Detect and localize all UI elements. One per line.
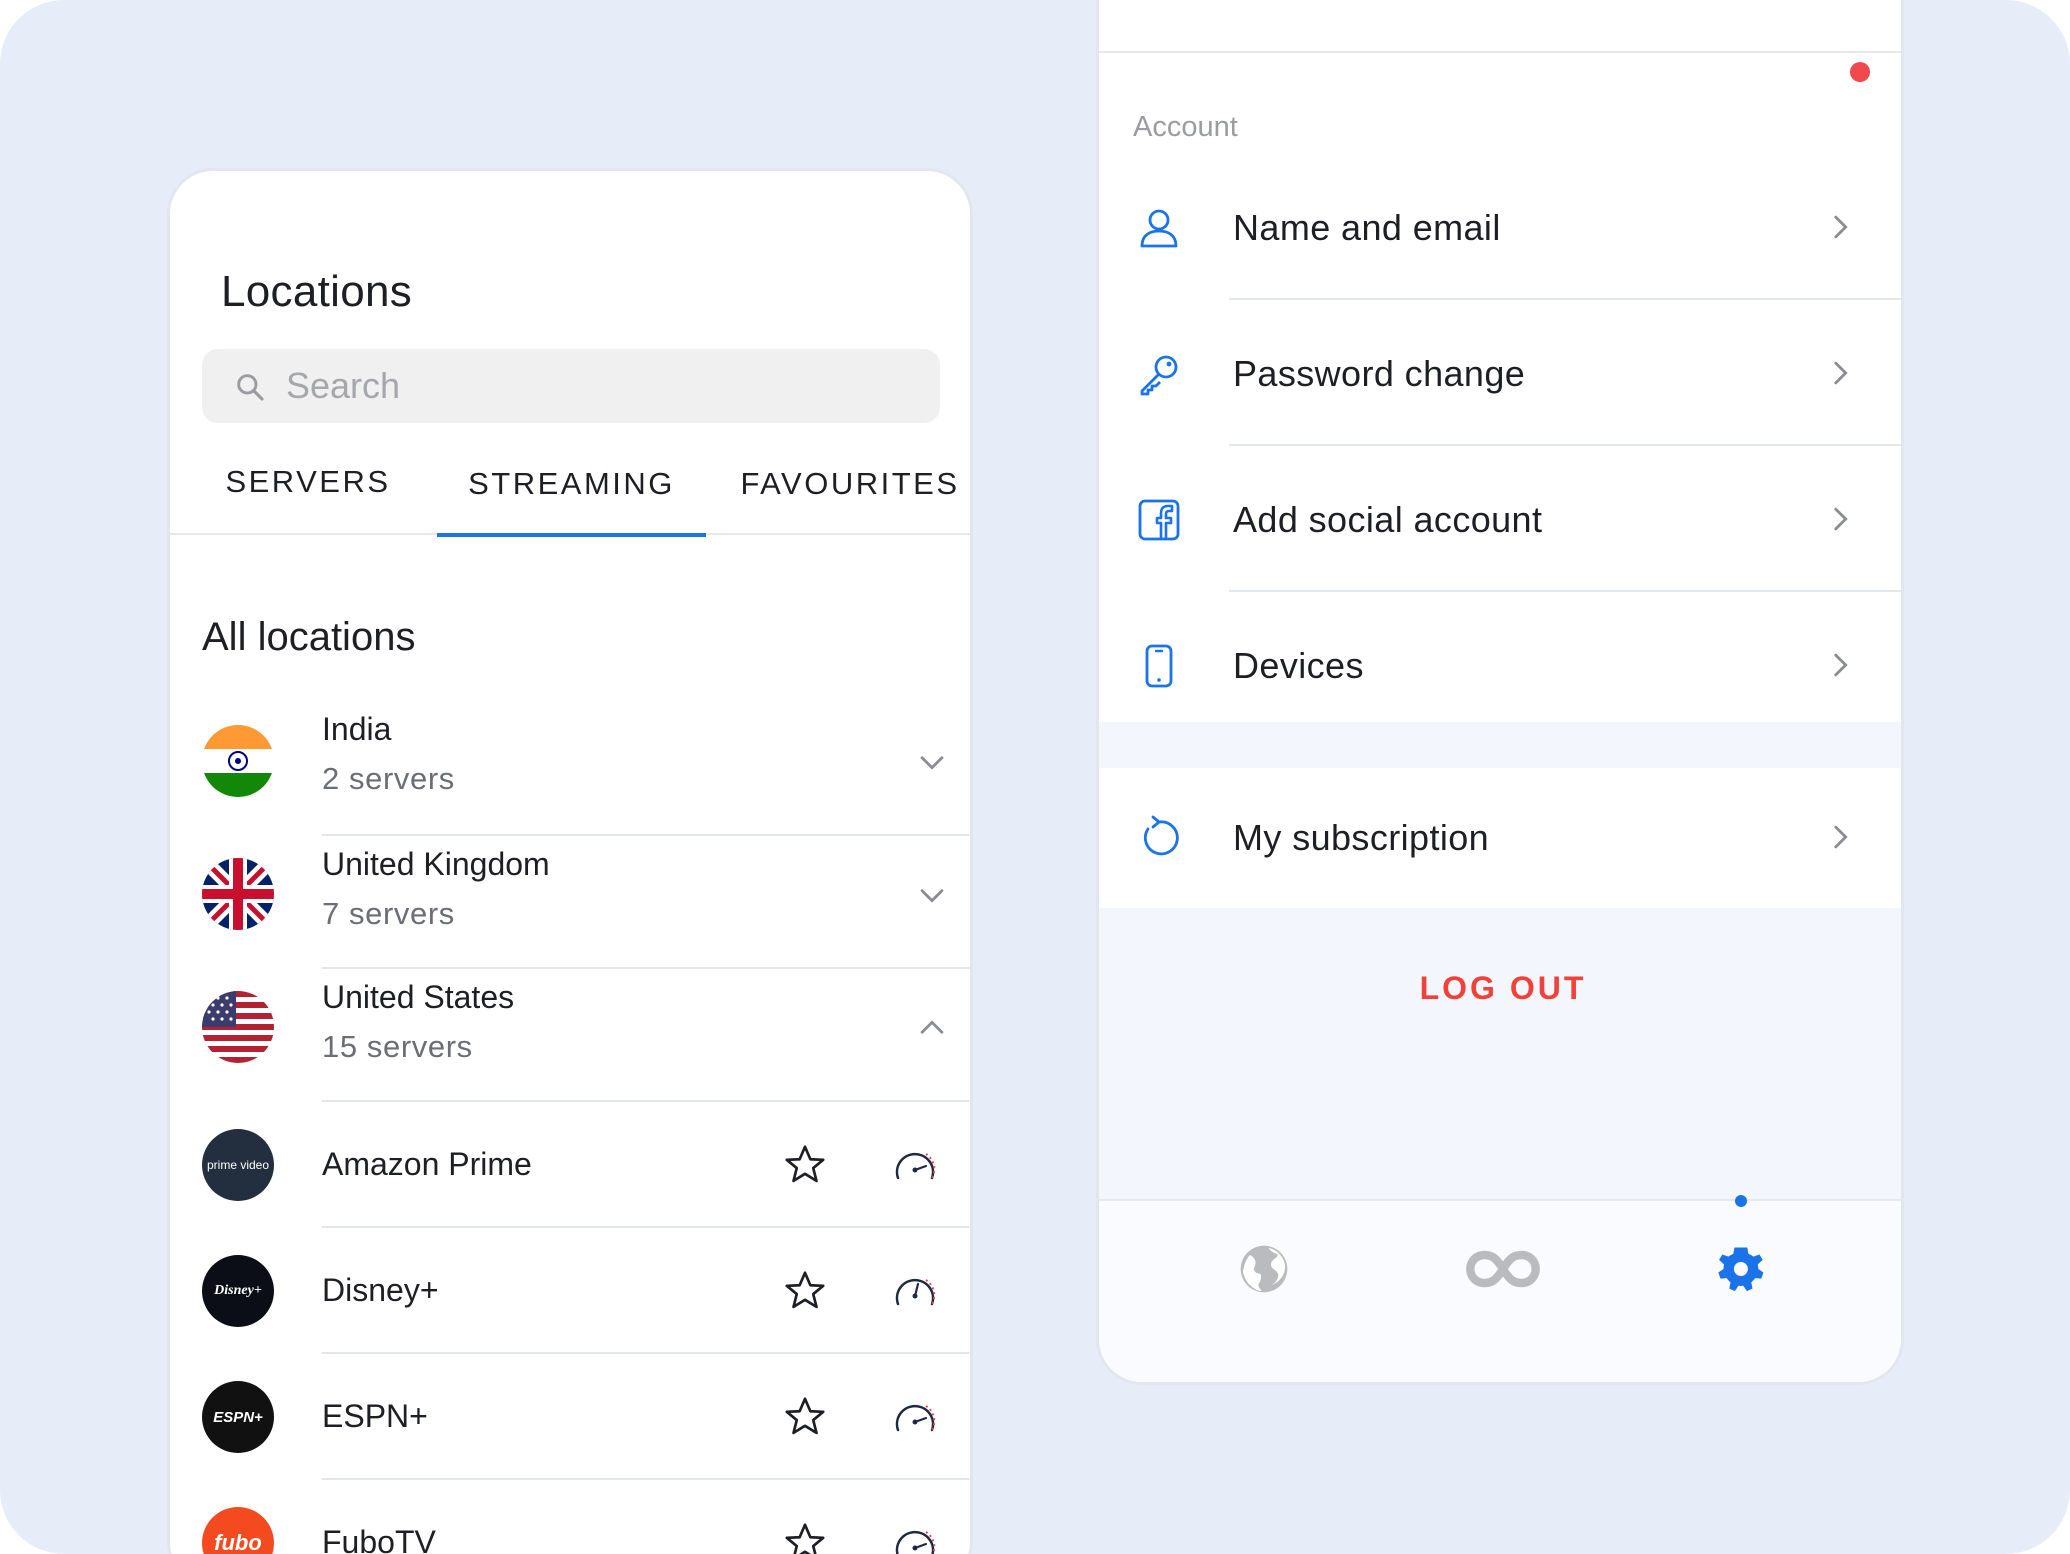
divider [1099, 51, 1901, 53]
item-label: My subscription [1233, 817, 1490, 858]
speed-gauge-icon[interactable] [890, 1140, 940, 1190]
chevron-down-icon[interactable] [915, 745, 949, 779]
tab-streaming[interactable]: STREAMING [437, 453, 706, 537]
item-label: Password change [1233, 353, 1526, 394]
star-icon[interactable] [782, 1394, 828, 1440]
service-name: Disney+ [322, 1272, 439, 1308]
service-row-disney-plus[interactable]: Disney+ Disney+ [170, 1228, 970, 1354]
account-screen: Account Name and email Password change A… [1096, 0, 1904, 1385]
chevron-up-icon[interactable] [915, 1011, 949, 1045]
country-row-us[interactable]: United States 15 servers [170, 969, 970, 1102]
globe-icon[interactable] [1236, 1241, 1292, 1297]
tab-favourites[interactable]: FAVOURITES [730, 453, 970, 535]
speed-gauge-icon[interactable] [890, 1518, 940, 1554]
country-name: United States [322, 979, 515, 1015]
name-and-email-item[interactable]: Name and email [1099, 154, 1901, 300]
infinity-icon[interactable] [1463, 1241, 1543, 1297]
key-icon [1140, 355, 1178, 396]
country-name: India [322, 711, 392, 747]
section-title: All locations [202, 615, 416, 659]
flag-us-icon [202, 991, 274, 1063]
flag-uk-icon [202, 858, 274, 930]
chevron-right-icon [1834, 653, 1848, 677]
password-change-item[interactable]: Password change [1099, 300, 1901, 446]
chevron-right-icon [1834, 825, 1848, 849]
chevron-right-icon [1834, 507, 1848, 531]
notification-dot [1850, 62, 1870, 82]
service-row-amazon-prime[interactable]: prime video Amazon Prime [170, 1102, 970, 1228]
country-name: United Kingdom [322, 846, 550, 882]
facebook-icon [1138, 499, 1180, 541]
tab-servers[interactable]: SERVERS [198, 453, 418, 535]
item-label: Name and email [1233, 207, 1501, 248]
settings-icon[interactable] [1713, 1241, 1769, 1297]
speed-gauge-icon[interactable] [890, 1392, 940, 1442]
account-section-label: Account [1133, 111, 1238, 143]
flag-india-icon [202, 725, 274, 797]
chevron-right-icon [1834, 361, 1848, 385]
tab-bar: SERVERS STREAMING FAVOURITES [170, 453, 970, 537]
page-title: Locations [221, 267, 413, 316]
chevron-right-icon [1834, 215, 1848, 239]
disney-plus-logo: Disney+ [202, 1255, 274, 1327]
server-count: 2 servers [322, 761, 455, 796]
refresh-icon [1143, 815, 1179, 856]
bottom-navigation [1099, 1195, 1901, 1382]
devices-item[interactable]: Devices [1099, 592, 1901, 738]
server-count: 7 servers [322, 896, 455, 931]
chevron-down-icon[interactable] [915, 878, 949, 912]
star-icon[interactable] [782, 1142, 828, 1188]
service-name: ESPN+ [322, 1398, 428, 1434]
user-icon [1140, 209, 1178, 248]
search-bar[interactable] [202, 349, 940, 423]
logout-area [1099, 908, 1901, 1199]
search-input[interactable] [286, 359, 886, 413]
page-background: Locations SERVERS STREAMING FAVOURITES A… [0, 0, 2070, 1554]
service-row-espn-plus[interactable]: ESPN+ ESPN+ [170, 1354, 970, 1480]
my-subscription-item[interactable]: My subscription [1099, 768, 1901, 908]
phone-icon [1145, 644, 1173, 688]
active-indicator-dot [1735, 1195, 1747, 1207]
espn-plus-logo: ESPN+ [202, 1381, 274, 1453]
locations-screen: Locations SERVERS STREAMING FAVOURITES A… [167, 168, 973, 1554]
service-row-fubotv[interactable]: fubo FuboTV [170, 1480, 970, 1554]
service-name: FuboTV [322, 1524, 436, 1554]
item-label: Add social account [1233, 499, 1543, 540]
prime-video-logo: prime video [202, 1129, 274, 1201]
country-row-uk[interactable]: United Kingdom 7 servers [170, 836, 970, 969]
star-icon[interactable] [782, 1268, 828, 1314]
logout-button[interactable]: LOG OUT [1099, 970, 1901, 1007]
add-social-account-item[interactable]: Add social account [1099, 446, 1901, 592]
fubotv-logo: fubo [202, 1507, 274, 1554]
service-name: Amazon Prime [322, 1146, 532, 1182]
star-icon[interactable] [782, 1520, 828, 1554]
search-icon [237, 374, 264, 401]
section-spacer [1099, 722, 1901, 768]
item-label: Devices [1233, 645, 1364, 686]
speed-gauge-icon[interactable] [890, 1266, 940, 1316]
country-row-india[interactable]: India 2 servers [170, 701, 970, 836]
server-count: 15 servers [322, 1029, 473, 1064]
